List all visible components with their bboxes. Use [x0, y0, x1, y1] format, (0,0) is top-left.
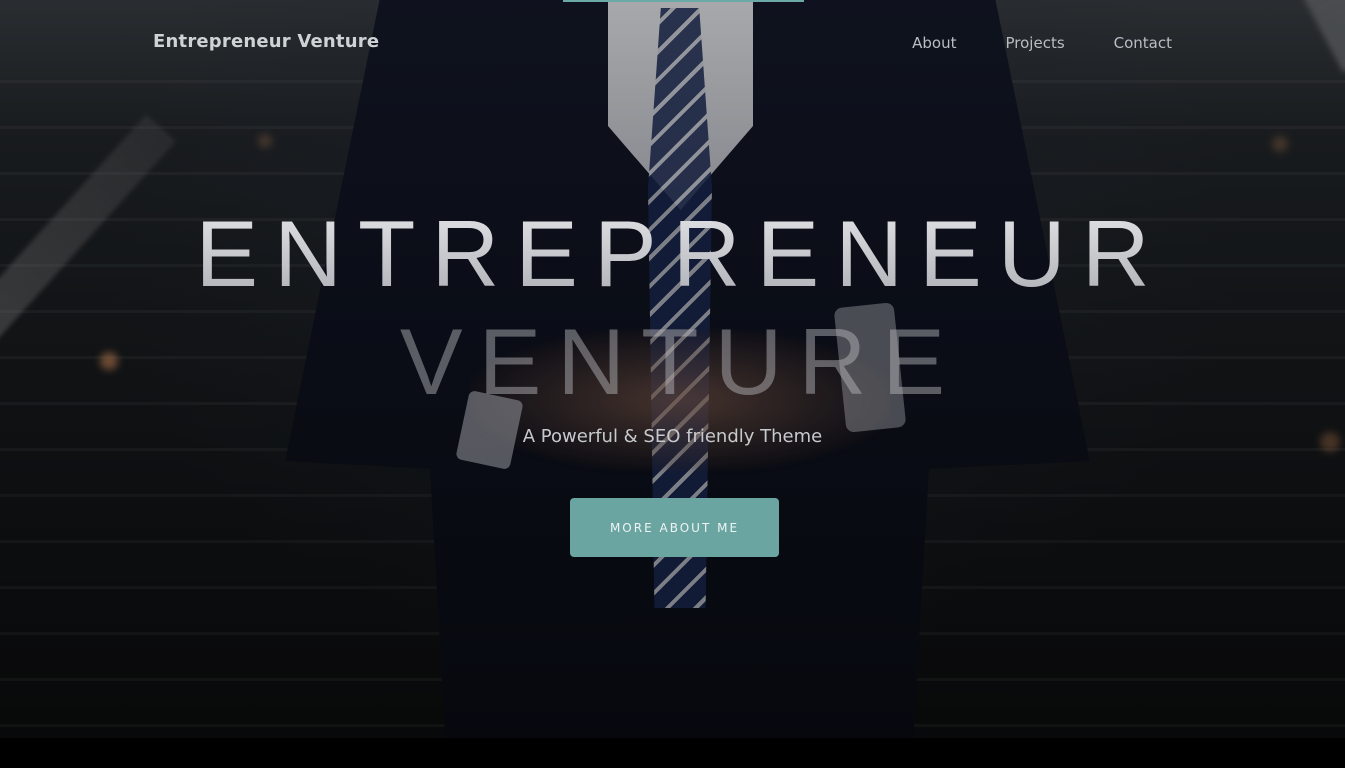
hero-headline-line1: ENTREPRENEUR — [0, 200, 1345, 308]
nav-item-contact: Contact — [1114, 33, 1172, 52]
nav-link-about[interactable]: About — [912, 34, 956, 52]
hero-subtitle: A Powerful & SEO friendly Theme — [522, 426, 823, 447]
main-nav: About Projects Contact — [912, 33, 1172, 52]
top-accent-line — [563, 0, 804, 2]
nav-item-projects: Projects — [1006, 33, 1065, 52]
nav-link-contact[interactable]: Contact — [1114, 34, 1172, 52]
site-brand-link[interactable]: Entrepreneur Venture — [153, 31, 379, 52]
hero-section: Entrepreneur Venture About Projects Cont… — [0, 0, 1345, 768]
nav-item-about: About — [912, 33, 956, 52]
more-about-me-button[interactable]: MORE ABOUT ME — [570, 498, 779, 557]
hero-headline-line2: VENTURE — [399, 309, 962, 414]
nav-link-projects[interactable]: Projects — [1006, 34, 1065, 52]
bottom-bar — [0, 738, 1345, 768]
